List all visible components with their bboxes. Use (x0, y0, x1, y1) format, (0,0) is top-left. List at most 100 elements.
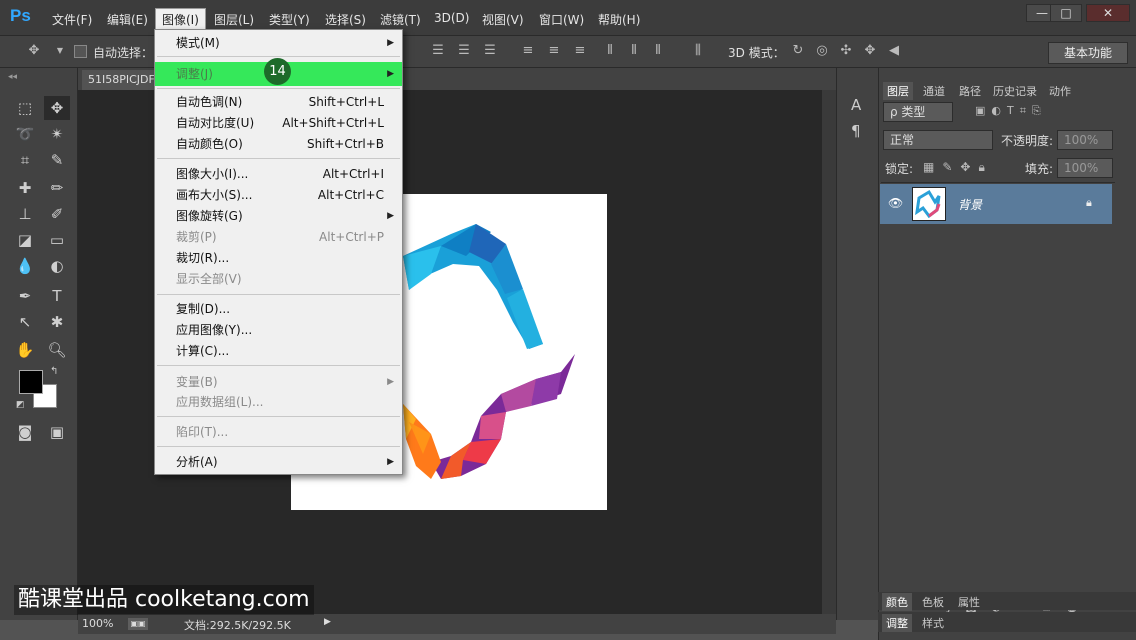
lasso-tool-icon[interactable]: ➰ (12, 122, 38, 146)
default-colors-icon[interactable]: ◩ (16, 400, 25, 410)
tab-channels[interactable]: 通道 (919, 82, 949, 100)
menu-help[interactable]: 帮助(H) (592, 9, 646, 30)
align-bottom-icon[interactable]: ☰ (482, 43, 498, 59)
hand-tool-icon[interactable]: ✋ (12, 338, 38, 362)
menu-item-canvas-size[interactable]: 画布大小(S)... Alt+Ctrl+C (155, 185, 402, 206)
menu-item-image-size[interactable]: 图像大小(I)... Alt+Ctrl+I (155, 164, 402, 185)
menu-image[interactable]: 图像(I) (155, 8, 206, 31)
path-select-icon[interactable]: ↖ (12, 310, 38, 334)
distribute-bottom-icon[interactable]: ⫴ (650, 43, 666, 59)
swap-colors-icon[interactable]: ↰ (50, 366, 58, 377)
tab-paths[interactable]: 路径 (955, 82, 985, 100)
menu-filter[interactable]: 滤镜(T) (374, 9, 427, 30)
menu-item-apply-image[interactable]: 应用图像(Y)... (155, 320, 402, 341)
magic-wand-icon[interactable]: ✴ (44, 122, 70, 146)
menu-item-image-rotation[interactable]: 图像旋转(G) ▶ (155, 206, 402, 227)
lock-icons[interactable]: ▦✎✥🔒︎ (923, 160, 993, 175)
menu-item-calculations[interactable]: 计算(C)... (155, 341, 402, 362)
3d-pan-icon[interactable]: ✣ (838, 43, 854, 59)
document-tab[interactable]: 51I58PICJDF (82, 70, 162, 90)
tab-swatches[interactable]: 色板 (918, 593, 948, 611)
workspace-button[interactable]: 基本功能 (1048, 42, 1128, 64)
photoshop-logo: Ps (10, 6, 31, 25)
pen-tool-icon[interactable]: ✒ (12, 284, 38, 308)
auto-align-icon[interactable]: ⫼ (690, 43, 706, 59)
menu-type[interactable]: 类型(Y) (263, 9, 316, 30)
shape-tool-icon[interactable]: ✱ (44, 310, 70, 334)
menu-select[interactable]: 选择(S) (319, 9, 372, 30)
status-bar: 100% ▣▣ 文档:292.5K/292.5K ▶ (78, 614, 836, 634)
menu-file[interactable]: 文件(F) (46, 9, 98, 30)
menu-item-auto-color[interactable]: 自动颜色(O) Shift+Ctrl+B (155, 134, 402, 155)
close-button[interactable]: ✕ (1086, 4, 1130, 22)
status-icon[interactable]: ▣▣ (128, 618, 148, 630)
blur-tool-icon[interactable]: 💧 (12, 254, 38, 278)
zoom-level[interactable]: 100% (82, 617, 113, 630)
tab-color[interactable]: 颜色 (882, 593, 912, 611)
tab-layers[interactable]: 图层 (883, 82, 913, 100)
align-vcenter-icon[interactable]: ☰ (456, 43, 472, 59)
distribute-vcenter-icon[interactable]: ⫴ (626, 43, 642, 59)
divider (881, 182, 1115, 183)
zoom-tool-icon[interactable]: 🔍︎ (44, 338, 70, 362)
3d-slide-icon[interactable]: ✥ (862, 43, 878, 59)
fill-input[interactable]: 100% (1057, 158, 1113, 178)
align-right-icon[interactable]: ≡ (572, 43, 588, 59)
menu-item-trim[interactable]: 裁切(R)... (155, 248, 402, 269)
screen-mode-icon[interactable]: ▣ (44, 420, 70, 444)
align-left-icon[interactable]: ≡ (520, 43, 536, 59)
menu-item-mode[interactable]: 模式(M) ▶ (155, 33, 402, 54)
character-panel-icon[interactable]: A (851, 96, 861, 114)
tools-panel: ◂◂ ⬚ ✥ ➰ ✴ ⌗ ✎ ✚ ✏ ⊥ ✐ ◪ ▭ 💧 ◐ ✒ T ↖ ✱ ✋… (0, 68, 78, 620)
move-tool-icon[interactable]: ✥ (44, 96, 70, 120)
eyedropper-icon[interactable]: ✎ (44, 148, 70, 172)
menu-item-duplicate[interactable]: 复制(D)... (155, 299, 402, 320)
3d-scale-icon[interactable]: ◀ (886, 43, 902, 59)
layer-filter-select[interactable]: ρ 类型 (883, 102, 953, 122)
marquee-tool-icon[interactable]: ⬚ (12, 96, 38, 120)
gradient-icon[interactable]: ▭ (44, 228, 70, 252)
menu-window[interactable]: 窗口(W) (533, 9, 590, 30)
healing-brush-icon[interactable]: ✚ (12, 176, 38, 200)
paragraph-panel-icon[interactable]: ¶ (851, 122, 861, 140)
menu-3d[interactable]: 3D(D) (428, 9, 475, 27)
auto-select-checkbox[interactable] (74, 45, 87, 58)
opacity-input[interactable]: 100% (1057, 130, 1113, 150)
layer-name[interactable]: 背景 (958, 196, 982, 213)
type-tool-icon[interactable]: T (44, 284, 70, 308)
filter-icons[interactable]: ▣◐T⌗⎘ (975, 104, 1047, 118)
foreground-color-swatch[interactable] (19, 370, 43, 394)
menu-item-auto-contrast[interactable]: 自动对比度(U) Alt+Shift+Ctrl+L (155, 113, 402, 134)
chevron-down-icon[interactable]: ▼ (52, 43, 68, 59)
menu-layer[interactable]: 图层(L) (208, 9, 260, 30)
3d-roll-icon[interactable]: ◎ (814, 43, 830, 59)
vertical-scrollbar[interactable] (822, 90, 836, 614)
dodge-tool-icon[interactable]: ◐ (44, 254, 70, 278)
eye-icon[interactable]: 👁︎ (888, 196, 903, 210)
maximize-button[interactable]: □ (1050, 4, 1082, 22)
tab-styles[interactable]: 样式 (918, 614, 948, 632)
distribute-top-icon[interactable]: ⫴ (602, 43, 618, 59)
tab-adjustments[interactable]: 调整 (882, 614, 912, 632)
collapse-icon[interactable]: ◂◂ (8, 72, 17, 82)
history-brush-icon[interactable]: ✐ (44, 202, 70, 226)
quick-mask-icon[interactable]: ◙ (12, 420, 38, 444)
move-tool-icon[interactable]: ✥ (26, 43, 42, 59)
status-menu-arrow-icon[interactable]: ▶ (324, 617, 331, 627)
blend-mode-select[interactable]: 正常 (883, 130, 993, 150)
align-hcenter-icon[interactable]: ≡ (546, 43, 562, 59)
tab-properties[interactable]: 属性 (954, 593, 984, 611)
layer-row[interactable]: 👁︎ 背景 🔒︎ (880, 184, 1112, 224)
eraser-icon[interactable]: ◪ (12, 228, 38, 252)
3d-rotate-icon[interactable]: ↻ (790, 43, 806, 59)
menu-view[interactable]: 视图(V) (476, 9, 530, 30)
clone-stamp-icon[interactable]: ⊥ (12, 202, 38, 226)
crop-tool-icon[interactable]: ⌗ (12, 148, 38, 172)
menu-item-auto-tone[interactable]: 自动色调(N) Shift+Ctrl+L (155, 92, 402, 113)
menu-edit[interactable]: 编辑(E) (101, 9, 154, 30)
tab-actions[interactable]: 动作 (1045, 82, 1075, 100)
align-top-icon[interactable]: ☰ (430, 43, 446, 59)
tab-history[interactable]: 历史记录 (989, 82, 1041, 100)
brush-tool-icon[interactable]: ✏ (44, 176, 70, 200)
menu-item-analysis[interactable]: 分析(A) ▶ (155, 452, 402, 473)
